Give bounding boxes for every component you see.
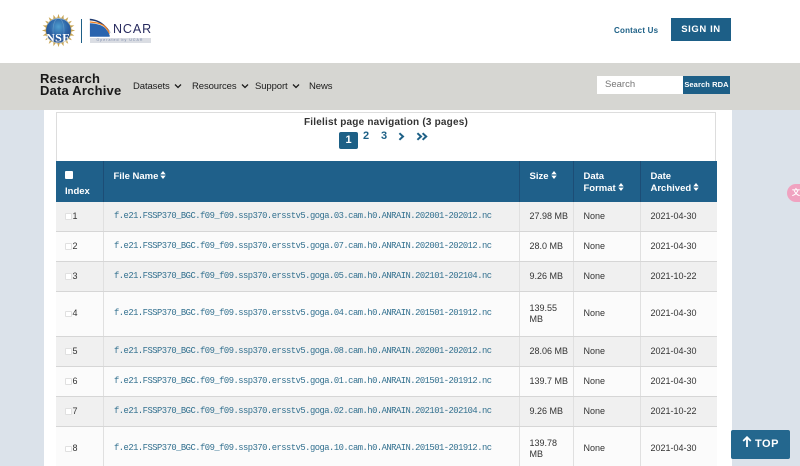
svg-text:NSF: NSF: [46, 30, 70, 44]
